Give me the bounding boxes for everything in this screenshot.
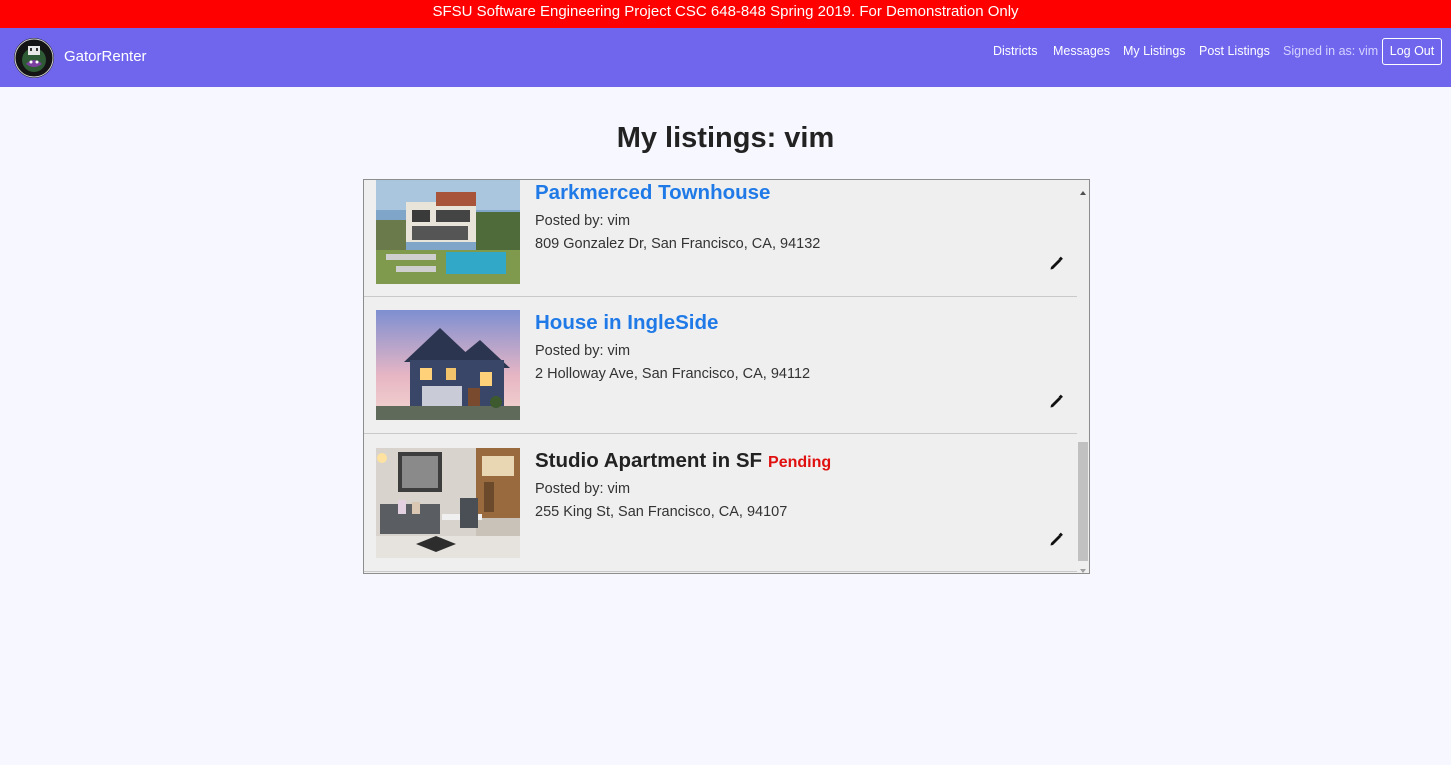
listing-title: Studio Apartment in SF <box>535 449 763 472</box>
listing-posted-by: Posted by: vim <box>535 213 631 229</box>
listings-scroll-box[interactable]: Parkmerced Townhouse Posted by: vim 809 … <box>363 179 1090 574</box>
listing-photo[interactable] <box>376 310 520 420</box>
listing-photo[interactable] <box>376 448 520 558</box>
listing-title-link[interactable]: House in IngleSide <box>535 311 718 334</box>
nav-districts[interactable]: Districts <box>993 44 1037 59</box>
listing-address: 255 King St, San Francisco, CA, 94107 <box>535 504 788 520</box>
edit-pencil-icon[interactable] <box>1048 393 1064 409</box>
scrollbar-thumb[interactable] <box>1078 442 1088 561</box>
scrollbar[interactable] <box>1077 180 1089 573</box>
listing-title-line: House in IngleSide <box>535 311 718 337</box>
listing-title-line: Studio Apartment in SF Pending <box>535 449 831 475</box>
listing-posted-by: Posted by: vim <box>535 481 631 497</box>
listing-address: 809 Gonzalez Dr, San Francisco, CA, 9413… <box>535 236 821 252</box>
listing-address: 2 Holloway Ave, San Francisco, CA, 94112 <box>535 366 811 382</box>
nav-messages[interactable]: Messages <box>1053 44 1110 59</box>
listing-title-line: Parkmerced Townhouse <box>535 181 770 207</box>
status-badge: Pending <box>768 454 832 471</box>
signed-in-label: Signed in as: vim <box>1283 44 1379 58</box>
listing-item: Studio Apartment in SF Pending Posted by:… <box>364 435 1077 572</box>
demo-banner: SFSU Software Engineering Project CSC 64… <box>0 0 1451 28</box>
listing-item: House in IngleSide Posted by: vim 2 Holl… <box>364 297 1077 434</box>
nav-my-listings[interactable]: My Listings <box>1123 44 1186 59</box>
scroll-down-icon[interactable] <box>1079 562 1087 573</box>
nav-post-listings[interactable]: Post Listings <box>1199 44 1270 59</box>
edit-pencil-icon[interactable] <box>1048 255 1064 271</box>
brand-link[interactable]: GatorRenter <box>64 48 147 66</box>
logout-button[interactable]: Log Out <box>1382 38 1442 65</box>
logo-icon[interactable] <box>14 38 54 78</box>
listing-posted-by: Posted by: vim <box>535 343 631 359</box>
listing-photo[interactable] <box>376 180 520 290</box>
page-title: My listings: vim <box>616 122 835 154</box>
edit-pencil-icon[interactable] <box>1048 531 1064 547</box>
listing-item: Parkmerced Townhouse Posted by: vim 809 … <box>364 180 1077 297</box>
listing-title-link[interactable]: Parkmerced Townhouse <box>535 181 770 204</box>
scroll-up-icon[interactable] <box>1079 184 1087 195</box>
